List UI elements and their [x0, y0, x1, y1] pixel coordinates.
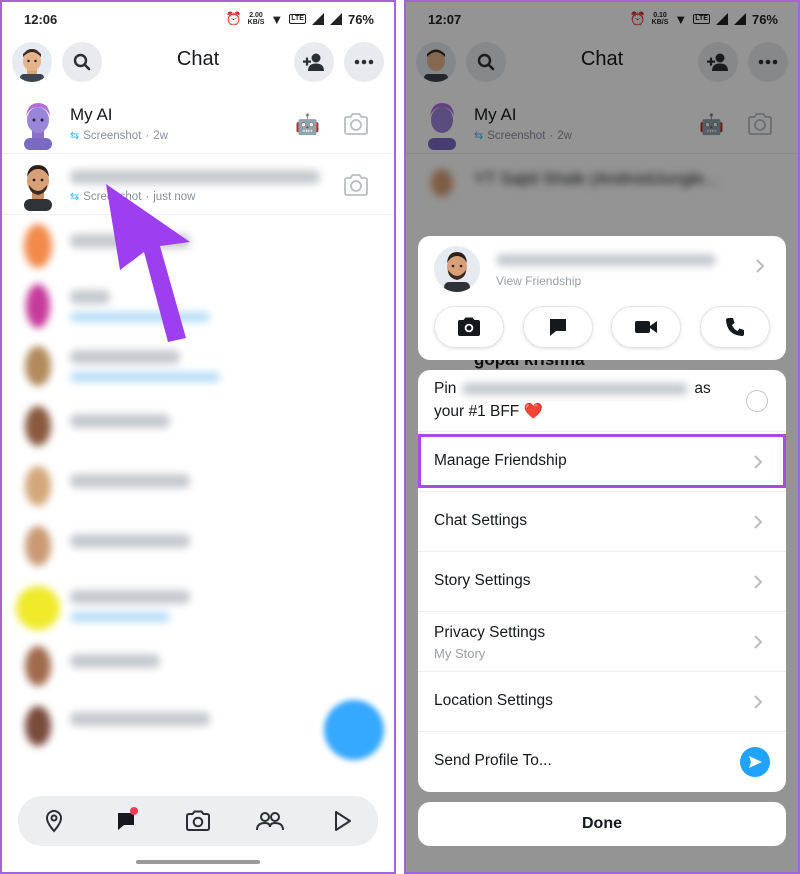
chat-button[interactable] [522, 306, 593, 348]
add-friend-icon [303, 53, 324, 71]
signal-icon [311, 13, 324, 25]
robot-icon: 🤖 [295, 114, 320, 136]
search-icon [73, 53, 91, 71]
snap-camera-button[interactable] [434, 306, 504, 348]
chat-bubble-icon [549, 319, 566, 336]
chevron-right-icon [754, 695, 763, 709]
notification-dot [130, 807, 138, 815]
voice-call-button[interactable] [699, 306, 770, 348]
camera-icon [458, 317, 480, 336]
bottom-nav [18, 796, 378, 846]
video-camera-icon [635, 321, 658, 333]
screenshot-icon: ⇆ [70, 191, 80, 203]
highlight-box [418, 434, 786, 488]
more-dots-icon [354, 59, 374, 65]
my-ai-bitmoji-icon [24, 102, 52, 150]
chat-row-blurred[interactable] [2, 456, 394, 516]
status-bar: 12:06 ⏰ 2.00 KB/S ▼ LTE 76% [2, 2, 394, 36]
menu-item-story-settings[interactable]: Story Settings [418, 552, 786, 612]
nav-camera[interactable] [183, 806, 213, 836]
pin-name-redacted [462, 383, 689, 395]
chat-name: My AI [70, 105, 113, 124]
menu-item-privacy-settings[interactable]: Privacy Settings My Story [418, 612, 786, 672]
friends-icon [256, 812, 284, 831]
chat-row-blurred[interactable] [2, 216, 394, 276]
map-pin-icon [45, 810, 63, 833]
more-options-button[interactable] [344, 42, 384, 82]
camera-outline-icon [344, 113, 368, 135]
battery-level: 76% [347, 11, 374, 27]
chat-header: Chat [2, 36, 394, 88]
home-indicator[interactable] [136, 860, 260, 864]
chat-row-blurred[interactable] [2, 336, 394, 396]
chat-row-blurred[interactable] [2, 636, 394, 696]
quick-actions [434, 306, 770, 348]
nav-stories[interactable] [255, 806, 285, 836]
friend-avatar [16, 159, 60, 211]
right-screenshot: 12:07 ⏰ 0.10 KB/S ▼ LTE 76% Chat My AI ⇆… [404, 0, 800, 874]
video-call-button[interactable] [611, 306, 682, 348]
friend-name-redacted [496, 254, 716, 266]
chat-row-friend[interactable]: ⇆ Screenshot · just now [2, 155, 394, 215]
pointer-arrow-icon [106, 184, 190, 342]
play-icon [335, 811, 351, 831]
pin-radio[interactable] [746, 390, 768, 412]
send-arrow-icon [749, 756, 762, 768]
nav-map[interactable] [39, 806, 69, 836]
my-ai-avatar [16, 98, 60, 150]
done-button[interactable]: Done [418, 802, 786, 846]
camera-reply-button[interactable] [342, 110, 370, 138]
net-speed: 2.00 KB/S [247, 12, 265, 26]
chat-row-blurred[interactable] [2, 516, 394, 576]
alarm-icon: ⏰ [225, 11, 242, 26]
screenshot-icon: ⇆ [70, 130, 80, 142]
friend-avatar[interactable] [434, 246, 480, 292]
signal-icon-2 [329, 13, 342, 25]
chevron-right-icon [754, 575, 763, 589]
status-time: 12:06 [24, 11, 58, 27]
chevron-right-icon [754, 515, 763, 529]
chat-status: ⇆ Screenshot · 2w [70, 129, 168, 143]
chat-row-my-ai[interactable]: My AI ⇆ Screenshot · 2w 🤖 [2, 94, 394, 154]
wifi-icon: ▼ [270, 11, 284, 27]
friend-profile-card: View Friendship [418, 236, 786, 360]
page-title: Chat [176, 48, 220, 70]
view-friendship-link[interactable]: View Friendship [496, 274, 581, 288]
search-button[interactable] [62, 42, 102, 82]
camera-reply-button[interactable] [342, 171, 370, 199]
camera-outline-icon [344, 174, 368, 196]
friend-bitmoji-icon [444, 252, 470, 292]
bitmoji-icon [20, 49, 44, 82]
nav-spotlight[interactable] [327, 806, 357, 836]
chevron-right-icon [756, 259, 765, 273]
volte-icon: LTE [289, 14, 306, 24]
menu-item-location-settings[interactable]: Location Settings [418, 672, 786, 732]
friend-options-menu: Pin as your #1 BFF ❤️ Manage Friendship … [418, 370, 786, 792]
menu-item-chat-settings[interactable]: Chat Settings [418, 492, 786, 552]
nav-chat[interactable] [111, 806, 141, 836]
left-screenshot: 12:06 ⏰ 2.00 KB/S ▼ LTE 76% Chat My AI ⇆… [0, 0, 396, 874]
profile-avatar[interactable] [12, 42, 52, 82]
send-button[interactable] [740, 747, 770, 777]
friend-bitmoji-icon [24, 164, 52, 211]
chevron-right-icon [754, 635, 763, 649]
add-friend-button[interactable] [294, 42, 334, 82]
camera-icon [186, 810, 210, 831]
chat-name-redacted [70, 170, 320, 184]
phone-icon [725, 318, 744, 336]
menu-item-send-profile[interactable]: Send Profile To... [418, 732, 786, 792]
pin-bff-item[interactable]: Pin as your #1 BFF ❤️ [418, 370, 786, 432]
chat-row-blurred[interactable] [2, 576, 394, 636]
chat-row-blurred[interactable] [2, 276, 394, 336]
chat-row-blurred[interactable] [2, 396, 394, 456]
new-chat-button[interactable] [324, 700, 384, 760]
